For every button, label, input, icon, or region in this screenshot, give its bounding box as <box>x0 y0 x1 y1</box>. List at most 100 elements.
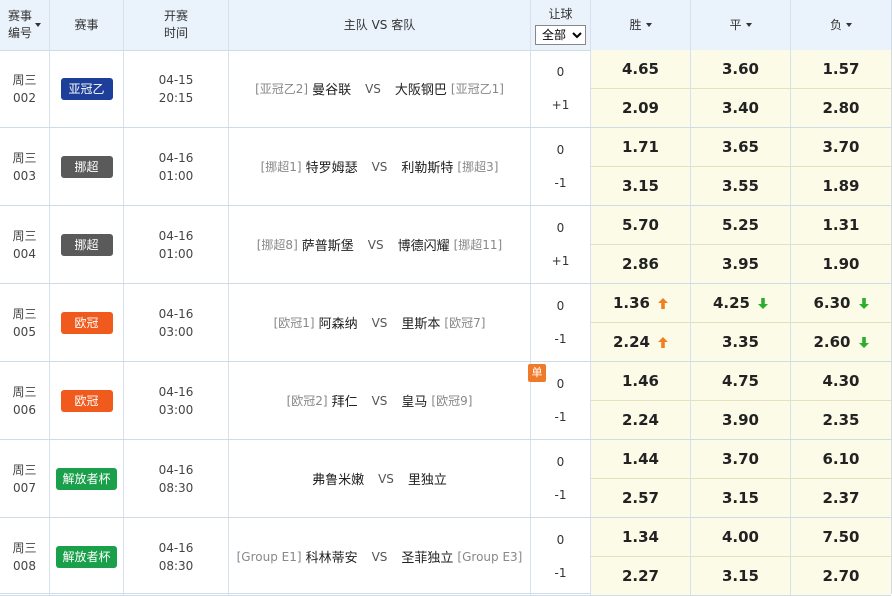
odds-button[interactable]: 3.40 <box>691 89 790 127</box>
match-day: 周三 <box>12 384 37 399</box>
odds-button[interactable]: 5.70 <box>591 206 690 245</box>
league-badge[interactable]: 欧冠 <box>60 389 113 412</box>
odds-button[interactable]: 6.10 <box>791 440 891 479</box>
odds-button[interactable]: 3.15 <box>691 557 790 595</box>
away-team[interactable]: 利勒斯特 <box>401 157 453 176</box>
teams-cell[interactable]: [欧冠2] 拜仁 VS 皇马 [欧冠9] <box>228 362 530 439</box>
odds-button[interactable]: 7.50 <box>791 518 891 557</box>
odds-value: 2.57 <box>621 489 659 507</box>
kickoff-date: 04-16 <box>158 150 194 165</box>
home-team[interactable]: 曼谷联 <box>312 79 351 98</box>
home-team[interactable]: 特罗姆瑟 <box>306 157 358 176</box>
away-team[interactable]: 皇马 <box>401 391 427 410</box>
odds-button[interactable]: 2.57 <box>591 479 690 517</box>
league-badge[interactable]: 解放者杯 <box>56 467 117 490</box>
away-team[interactable]: 大阪钢巴 <box>395 79 447 98</box>
header-lose[interactable]: 负 <box>790 0 891 50</box>
odds-button[interactable]: 3.70 <box>791 128 891 167</box>
teams-cell[interactable]: [挪超1] 特罗姆瑟 VS 利勒斯特 [挪超3] <box>228 128 530 205</box>
header-win-label: 胜 <box>629 17 642 32</box>
odds-button[interactable]: 2.80 <box>791 89 891 127</box>
kickoff-time: 08:30 <box>158 480 194 495</box>
odds-button[interactable]: 2.24 <box>591 323 690 361</box>
handicap-top: 0 <box>556 455 565 470</box>
sort-caret-icon[interactable] <box>745 23 752 27</box>
odds-button[interactable]: 3.70 <box>691 440 790 479</box>
sort-caret-icon[interactable] <box>846 23 852 27</box>
odds-button[interactable]: 3.60 <box>691 50 790 89</box>
sort-caret-icon[interactable] <box>35 23 41 27</box>
home-team[interactable]: 科林蒂安 <box>306 547 358 566</box>
odds-button[interactable]: 6.30 <box>791 284 891 323</box>
kickoff-cell: 04-16 08:30 <box>123 518 228 595</box>
league-badge[interactable]: 解放者杯 <box>56 545 117 568</box>
odds-button[interactable]: 4.00 <box>691 518 790 557</box>
league-badge[interactable]: 挪超 <box>60 155 113 178</box>
teams-cell[interactable]: [欧冠1] 阿森纳 VS 里斯本 [欧冠7] <box>228 284 530 361</box>
league-badge[interactable]: 挪超 <box>60 233 113 256</box>
match-day: 周三 <box>12 228 37 243</box>
header-match-no-line1: 赛事 <box>7 9 32 23</box>
odds-down-arrow-icon <box>858 297 869 309</box>
away-team[interactable]: 博德闪耀 <box>398 235 450 254</box>
odds-button[interactable]: 2.86 <box>591 245 690 283</box>
teams-cell[interactable]: [Group E1] 科林蒂安 VS 圣菲独立 [Group E3] <box>228 518 530 595</box>
odds-button[interactable]: 2.60 <box>791 323 891 361</box>
odds-button[interactable]: 1.34 <box>591 518 690 557</box>
odds-button[interactable]: 3.55 <box>691 167 790 205</box>
handicap-filter-select[interactable]: 全部 <box>535 24 586 45</box>
odds-value: 2.37 <box>822 489 860 507</box>
odds-button[interactable]: 1.36 <box>591 284 690 323</box>
odds-button[interactable]: 4.75 <box>691 362 790 401</box>
odds-value: 1.36 <box>612 294 650 312</box>
home-team[interactable]: 拜仁 <box>332 391 358 410</box>
odds-button[interactable]: 3.65 <box>691 128 790 167</box>
odds-button[interactable]: 2.70 <box>791 557 891 595</box>
league-badge[interactable]: 亚冠乙 <box>60 77 113 100</box>
odds-button[interactable]: 1.89 <box>791 167 891 205</box>
header-match-no[interactable]: 赛事 编号 <box>0 0 49 50</box>
home-team[interactable]: 萨普斯堡 <box>302 235 354 254</box>
odds-button[interactable]: 3.15 <box>691 479 790 517</box>
teams-cell[interactable]: [挪超8] 萨普斯堡 VS 博德闪耀 [挪超11] <box>228 206 530 283</box>
home-team[interactable]: 弗鲁米嫩 <box>312 469 364 488</box>
vs-label: VS <box>365 81 381 96</box>
odds-button[interactable]: 4.25 <box>691 284 790 323</box>
odds-button[interactable]: 2.09 <box>591 89 690 127</box>
header-draw[interactable]: 平 <box>690 0 790 50</box>
header-win[interactable]: 胜 <box>590 0 690 50</box>
odds-button[interactable]: 4.30 <box>791 362 891 401</box>
odds-button[interactable]: 1.31 <box>791 206 891 245</box>
odds-button[interactable]: 1.90 <box>791 245 891 283</box>
kickoff-date: 04-16 <box>158 228 194 243</box>
odds-button[interactable]: 3.35 <box>691 323 790 361</box>
odds-button[interactable]: 1.44 <box>591 440 690 479</box>
odds-button[interactable]: 1.71 <box>591 128 690 167</box>
odds-button[interactable]: 3.90 <box>691 401 790 439</box>
handicap-bottom: -1 <box>554 409 567 424</box>
odds-button[interactable]: 2.24 <box>591 401 690 439</box>
away-team[interactable]: 圣菲独立 <box>401 547 453 566</box>
odds-button[interactable]: 1.46 <box>591 362 690 401</box>
odds-button[interactable]: 2.37 <box>791 479 891 517</box>
odds-button[interactable]: 1.57 <box>791 50 891 89</box>
league-badge[interactable]: 欧冠 <box>60 311 113 334</box>
teams-cell[interactable]: 弗鲁米嫩 VS 里独立 <box>228 440 530 517</box>
teams-cell[interactable]: [亚冠乙2] 曼谷联 VS 大阪钢巴 [亚冠乙1] <box>228 50 530 127</box>
odds-value: 6.30 <box>813 294 851 312</box>
odds-column: 1.44 2.57 <box>590 440 690 517</box>
odds-button[interactable]: 4.65 <box>591 50 690 89</box>
odds-button[interactable]: 5.25 <box>691 206 790 245</box>
odds-value: 3.15 <box>621 177 659 195</box>
away-team[interactable]: 里斯本 <box>401 313 440 332</box>
sort-caret-icon[interactable] <box>645 23 652 27</box>
odds-value: 5.25 <box>721 216 759 234</box>
table-row: 周三 004 挪超 04-16 01:00 [挪超8] 萨普斯堡 VS 博德闪耀 [挪超11] 0 +… <box>0 206 891 284</box>
odds-button[interactable]: 3.95 <box>691 245 790 283</box>
odds-button[interactable]: 2.27 <box>591 557 690 595</box>
away-team[interactable]: 里独立 <box>408 469 447 488</box>
odds-button[interactable]: 3.15 <box>591 167 690 205</box>
odds-button[interactable]: 2.35 <box>791 401 891 439</box>
home-team[interactable]: 阿森纳 <box>319 313 358 332</box>
odds-column: 3.60 3.40 <box>690 50 790 127</box>
